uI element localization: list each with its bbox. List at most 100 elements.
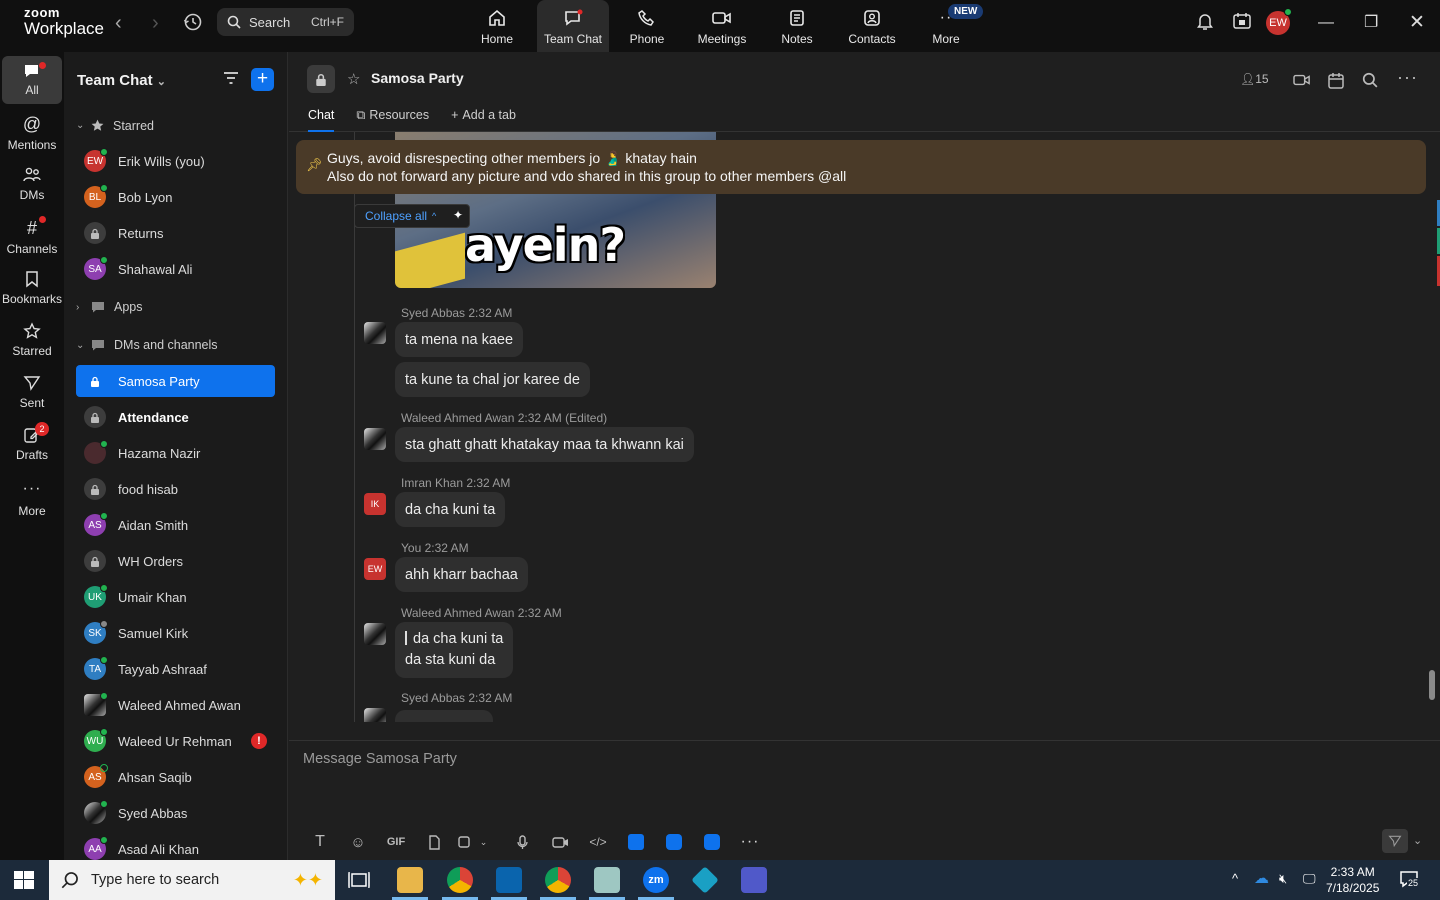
tab-contacts[interactable]: Contacts <box>836 0 908 52</box>
code-block-icon[interactable]: </> <box>579 831 617 853</box>
onedrive-icon[interactable]: ☁ <box>1254 869 1269 887</box>
app-docs-icon[interactable] <box>617 831 655 853</box>
sidebar-item-hazama-nazir[interactable]: Hazama Nazir <box>76 437 275 469</box>
file-explorer-icon[interactable] <box>397 867 423 893</box>
forward-arrow-icon[interactable]: › <box>152 12 159 35</box>
tab-chat[interactable]: Chat <box>308 108 335 132</box>
outlook-icon[interactable] <box>496 867 522 893</box>
notification-center[interactable]: 25 <box>1399 869 1420 894</box>
message-bubble[interactable]: da cha kuni ta <box>395 492 506 527</box>
sidebar-item-tayyab-ashraaf[interactable]: TA Tayyab Ashraaf <box>76 653 275 685</box>
sidebar-item-erik-wills[interactable]: EW Erik Wills (you) <box>76 145 275 177</box>
tab-home[interactable]: Home <box>461 0 533 52</box>
avatar[interactable]: IK <box>364 493 386 515</box>
send-options-chevron-icon[interactable]: ⌄ <box>1413 834 1422 847</box>
app-whiteboard-icon[interactable] <box>693 831 731 853</box>
chevron-up-icon[interactable]: ^ <box>1232 871 1238 886</box>
avatar[interactable] <box>364 623 386 645</box>
bell-icon[interactable] <box>1196 11 1214 31</box>
message-composer[interactable]: Message Samosa Party T ☺ GIF ⌄ </> ··· ⌄ <box>289 740 1440 860</box>
sidebar-item-samosa-party[interactable]: Samosa Party <box>76 365 275 397</box>
more-options-icon[interactable]: ··· <box>1397 67 1418 88</box>
scrollbar-thumb[interactable] <box>1429 670 1435 700</box>
message-bubble[interactable]: ahh kharr bachaa <box>395 557 528 592</box>
task-view-icon[interactable] <box>348 870 370 890</box>
rail-drafts[interactable]: Drafts 2 <box>2 422 62 462</box>
taskbar-clock[interactable]: 2:33 AM 7/18/2025 <box>1326 864 1379 896</box>
search-icon[interactable] <box>1362 72 1378 88</box>
message-bubble[interactable] <box>395 710 493 722</box>
tab-notes[interactable]: Notes <box>761 0 833 52</box>
rail-channels[interactable]: # Channels <box>2 216 62 256</box>
sidebar-item-wh-orders[interactable]: WH Orders <box>76 545 275 577</box>
chrome-profile-icon[interactable] <box>545 867 571 893</box>
minimize-icon[interactable]: — <box>1318 14 1334 32</box>
tab-add-a-tab[interactable]: + Add a tab <box>451 108 516 132</box>
sidebar-item-waleed-ur-rehman[interactable]: WU Waleed Ur Rehman ! <box>76 725 275 757</box>
avatar[interactable] <box>364 708 386 722</box>
avatar[interactable] <box>364 428 386 450</box>
teams-icon[interactable] <box>741 867 767 893</box>
star-icon[interactable]: ☆ <box>347 70 360 88</box>
filter-icon[interactable] <box>222 70 240 86</box>
section-dms-channels[interactable]: ⌄ DMs and channels <box>76 338 218 352</box>
avatar[interactable] <box>364 322 386 344</box>
pinned-message-banner[interactable]: 📌︎ Guys, avoid disrespecting other membe… <box>296 140 1426 194</box>
tab-more[interactable]: NEW ·· More <box>910 0 984 52</box>
message-scrollbar[interactable] <box>1428 132 1436 722</box>
message-bubble[interactable]: sta ghatt ghatt khatakay maa ta khwann k… <box>395 427 694 462</box>
search-box[interactable]: Search Ctrl+F <box>217 8 354 36</box>
sidebar-item-bob-lyon[interactable]: BL Bob Lyon <box>76 181 275 213</box>
sidebar-item-umair-khan[interactable]: UK Umair Khan <box>76 581 275 613</box>
emoji-icon[interactable]: ☺ <box>339 831 377 853</box>
format-text-icon[interactable]: T <box>301 831 339 853</box>
network-icon[interactable]: 🖵︎ <box>1303 871 1316 887</box>
sidebar-item-returns[interactable]: Returns <box>76 217 275 249</box>
zoom-taskbar-icon[interactable]: zm <box>643 867 669 893</box>
sidebar-item-aidan-smith[interactable]: AS Aidan Smith <box>76 509 275 541</box>
sidebar-item-attendance[interactable]: Attendance <box>76 401 275 433</box>
tab-phone[interactable]: Phone <box>611 0 683 52</box>
tab-meetings[interactable]: Meetings <box>686 0 758 52</box>
calendar-icon[interactable] <box>1327 72 1345 90</box>
rail-more[interactable]: ··· More <box>2 480 62 518</box>
avatar[interactable]: EW <box>364 558 386 580</box>
sidebar-item-waleed-ahmed-awan[interactable]: Waleed Ahmed Awan <box>76 689 275 721</box>
sidebar-item-ahsan-saqib[interactable]: AS Ahsan Saqib <box>76 761 275 793</box>
message-bubble[interactable]: da cha kuni ta da sta kuni da <box>395 622 514 678</box>
file-icon[interactable] <box>415 831 453 853</box>
rail-dms[interactable]: DMs <box>2 166 62 202</box>
screenshot-icon[interactable]: ⌄ <box>453 831 491 853</box>
history-icon[interactable] <box>182 11 204 33</box>
app-zoom-clips-icon[interactable] <box>655 831 693 853</box>
section-apps[interactable]: › Apps <box>76 300 143 314</box>
microphone-icon[interactable] <box>503 831 541 853</box>
sidebar-item-samuel-kirk[interactable]: SK Samuel Kirk <box>76 617 275 649</box>
windows-start-icon[interactable] <box>14 871 34 889</box>
more-options-icon[interactable]: ··· <box>731 831 769 853</box>
restore-icon[interactable]: ❐ <box>1364 12 1378 32</box>
sidebar-item-food-hisab[interactable]: food hisab <box>76 473 275 505</box>
sidebar-item-asad-ali-khan[interactable]: AA Asad Ali Khan <box>76 833 275 860</box>
calendar-badge-icon[interactable] <box>1232 11 1252 31</box>
rail-sent[interactable]: Sent <box>2 374 62 410</box>
sidebar-item-shahawal-ali[interactable]: SA Shahawal Ali <box>76 253 275 285</box>
rail-starred[interactable]: Starred <box>2 322 62 358</box>
chrome-icon[interactable] <box>447 867 473 893</box>
speaker-muted-icon[interactable]: 🔇︎ <box>1279 871 1287 887</box>
rail-all[interactable]: All <box>2 56 62 104</box>
close-icon[interactable]: ✕ <box>1409 11 1425 34</box>
channel-title[interactable]: Samosa Party <box>371 70 464 86</box>
collapse-all-button[interactable]: Collapse all ^ ✦ <box>354 204 470 228</box>
members-button[interactable]: 👤︎15 <box>1240 72 1269 86</box>
message-bubble[interactable]: ta kune ta chal jor karee de <box>395 362 590 397</box>
tab-resources[interactable]: ⧉ Resources <box>356 108 429 132</box>
send-button[interactable] <box>1382 829 1408 853</box>
sidebar-title[interactable]: Team Chat ⌄ <box>77 72 166 89</box>
video-message-icon[interactable] <box>541 831 579 853</box>
section-starred[interactable]: ⌄ Starred <box>76 118 154 133</box>
taskbar-search[interactable]: Type here to search ✦✦ <box>49 860 335 900</box>
gif-icon[interactable]: GIF <box>377 831 415 853</box>
rail-mentions[interactable]: @ Mentions <box>2 114 62 152</box>
rail-bookmarks[interactable]: Bookmarks <box>2 270 62 306</box>
